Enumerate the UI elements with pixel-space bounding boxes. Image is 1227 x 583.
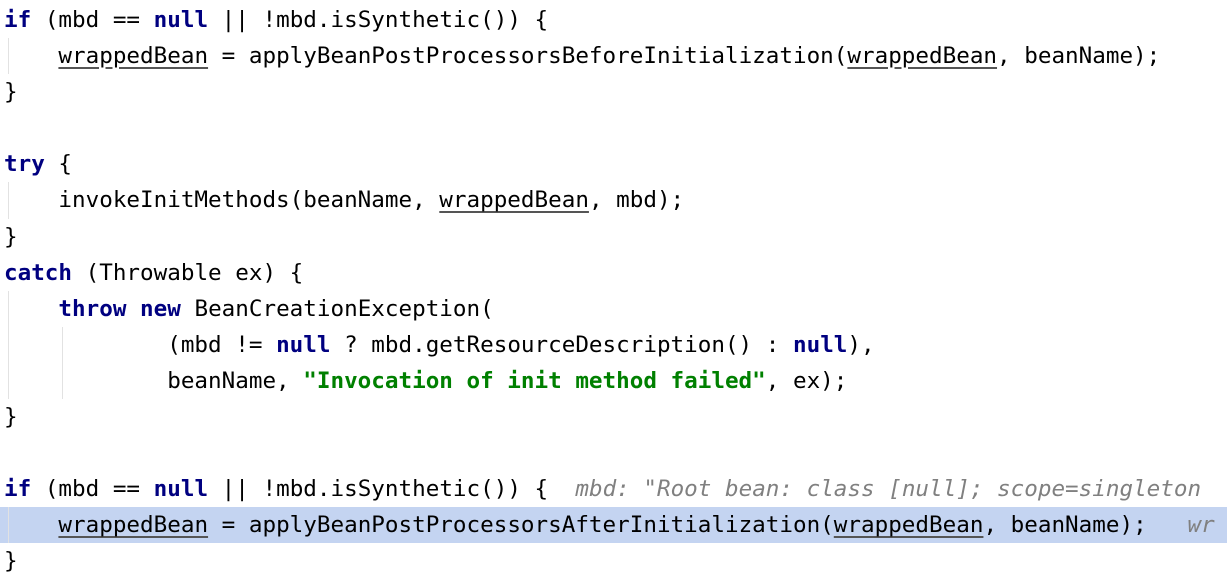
code-line[interactable]: if (mbd == null || !mbd.isSynthetic()) {… [0,471,1227,507]
string-literal: "Invocation of init method failed" [303,367,766,394]
indent-guide [8,290,9,327]
indent-guide [8,326,9,363]
keyword: catch [4,259,73,286]
code-text: beanName, [4,367,304,394]
reassigned-variable: wrappedBean [439,187,589,214]
code-text: } [4,79,18,106]
code-line[interactable]: try { [0,146,1227,182]
keyword: try [4,151,45,178]
code-line[interactable] [0,435,1227,471]
code-line[interactable]: beanName, "Invocation of init method fai… [0,362,1227,400]
code-text: || !mbd.isSynthetic()) { [208,7,549,33]
code-text: } [4,548,18,575]
code-text: , beanName); [983,512,1147,539]
code-text: = applyBeanPostProcessorsAfterInitializa… [208,512,834,539]
code-editor[interactable]: if (mbd == null || !mbd.isSynthetic()) {… [0,2,1227,580]
code-text: } [4,223,18,250]
code-text: { [44,151,73,178]
code-line[interactable]: if (mbd == null || !mbd.isSynthetic()) { [0,2,1227,38]
indent-guide [8,507,9,544]
indent-guide [62,326,64,363]
code-text: } [4,404,18,431]
indent-guide [62,362,64,400]
code-line[interactable]: } [0,74,1227,110]
code-text: ? mbd.getResourceDescription() : [330,331,793,358]
code-text: (Throwable ex) { [72,259,304,286]
keyword: null [153,476,209,503]
code-text: , beanName); [997,43,1161,70]
inline-debug-hint: mbd: "Root bean: class [null]; scope=sin… [548,476,1202,503]
reassigned-variable: wrappedBean [847,43,998,70]
code-text: invokeInitMethods(beanName, [4,187,440,214]
keyword: null [276,331,331,358]
code-line-current[interactable]: wrappedBean = applyBeanPostProcessorsAft… [0,507,1227,544]
code-line[interactable]: } [0,543,1227,579]
code-text: , mbd); [588,187,685,214]
reassigned-variable: wrappedBean [58,43,209,70]
code-text: ), [847,331,875,358]
keyword: if [4,7,32,33]
code-line[interactable]: invokeInitMethods(beanName, wrappedBean,… [0,182,1227,219]
indent-guide [8,362,9,400]
reassigned-variable: wrappedBean [58,512,209,539]
keyword: null [153,7,209,33]
code-line[interactable]: } [0,399,1227,435]
keyword: if [4,476,32,503]
code-text: (mbd == [31,7,154,33]
indent-guide [8,38,9,75]
keyword: throw new [58,295,181,322]
code-line[interactable] [0,110,1227,146]
indent-guide [8,182,9,219]
code-text: BeanCreationException( [180,295,494,322]
code-line[interactable]: throw new BeanCreationException( [0,290,1227,327]
code-line[interactable]: } [0,219,1227,255]
code-text: (mbd == [31,476,154,503]
code-line[interactable]: wrappedBean = applyBeanPostProcessorsBef… [0,38,1227,75]
code-line[interactable]: catch (Throwable ex) { [0,255,1227,291]
code-text: , ex); [765,367,848,394]
code-text: (mbd != [4,331,277,358]
code-text: = applyBeanPostProcessorsBeforeInitializ… [208,43,848,70]
inline-debug-hint: wr [1146,512,1215,539]
code-line[interactable]: (mbd != null ? mbd.getResourceDescriptio… [0,326,1227,363]
keyword: null [792,331,848,358]
code-text: || !mbd.isSynthetic()) { [208,476,549,503]
reassigned-variable: wrappedBean [833,512,984,539]
